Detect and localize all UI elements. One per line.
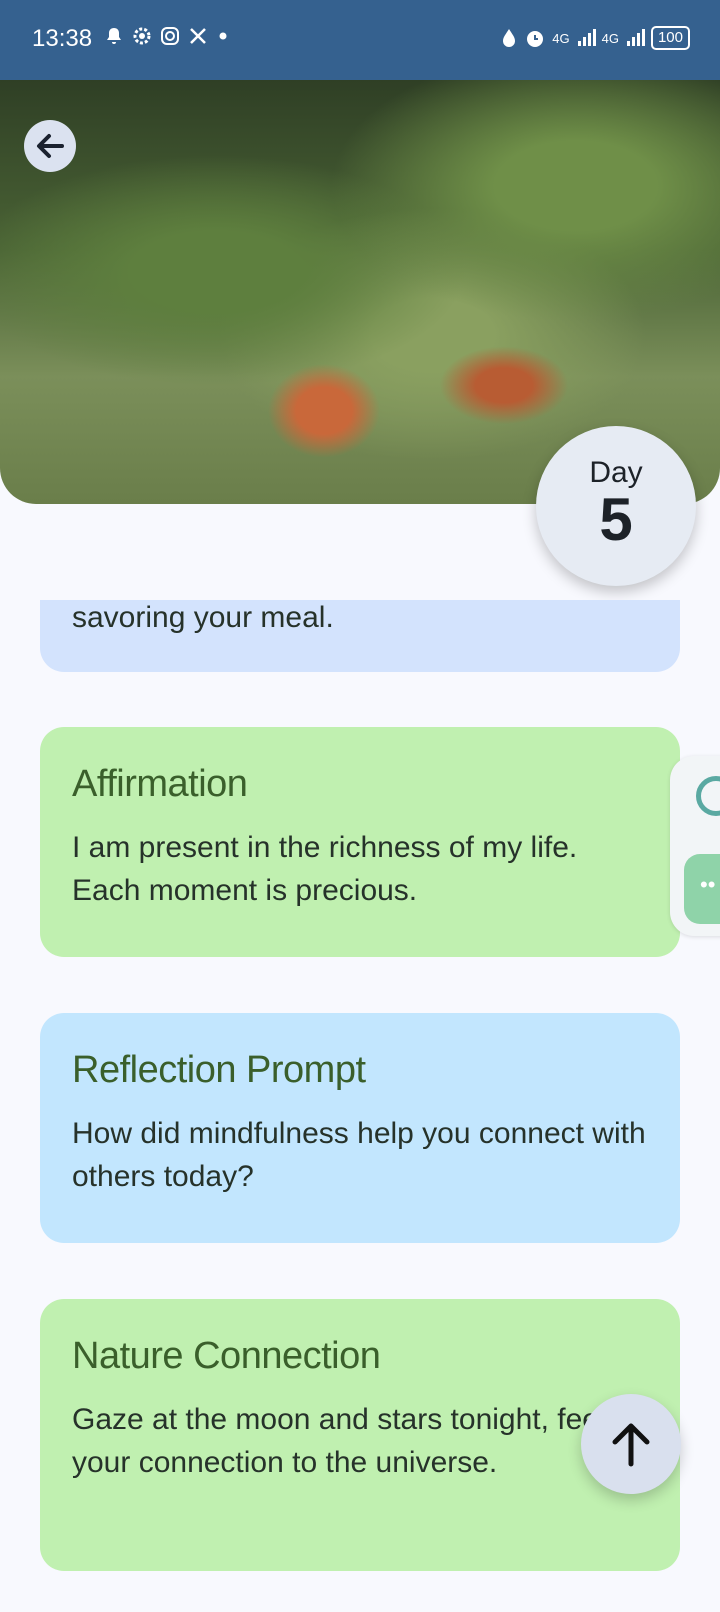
floating-side-panel[interactable] — [670, 756, 720, 936]
battery-icon: 100 — [650, 26, 690, 50]
reflection-card: Reflection Prompt How did mindfulness he… — [40, 1013, 680, 1243]
signal-icon — [626, 29, 645, 46]
system-icons: 4G 4G 100 — [500, 26, 690, 50]
status-bar: 13:38 4G 4G 100 — [0, 0, 720, 80]
dot-icon — [219, 32, 227, 40]
nature-title: Nature Connection — [72, 1335, 381, 1377]
day-number: 5 — [599, 486, 633, 553]
affirmation-card: Affirmation I am present in the richness… — [40, 727, 680, 957]
card-partial-text: savoring your meal. — [72, 601, 334, 634]
water-drop-icon — [503, 29, 516, 47]
alarm-bell-icon — [107, 28, 121, 44]
chat-icon[interactable] — [696, 776, 720, 816]
arrow-left-icon — [37, 134, 64, 158]
x-icon — [190, 28, 206, 44]
instagram-icon — [161, 27, 179, 45]
day-badge: Day 5 — [536, 426, 696, 586]
notification-icons — [104, 26, 230, 46]
alarm-clock-icon — [527, 31, 544, 47]
card-partial: savoring your meal. — [40, 600, 680, 672]
nature-text: Gaze at the moon and stars tonight, feel… — [72, 1403, 646, 1479]
back-button[interactable] — [24, 120, 76, 172]
network-type-2: 4G — [601, 30, 619, 46]
affirmation-text: I am present in the richness of my life.… — [72, 831, 578, 907]
day-label: Day — [589, 456, 643, 489]
more-icon[interactable] — [684, 854, 720, 924]
settings-gear-icon — [133, 27, 151, 45]
signal-icon — [577, 29, 596, 46]
reflection-text: How did mindfulness help you connect wit… — [72, 1117, 646, 1193]
reflection-title: Reflection Prompt — [72, 1049, 366, 1091]
network-type-1: 4G — [552, 30, 570, 46]
status-time: 13:38 — [32, 25, 93, 52]
scroll-to-top-button[interactable] — [581, 1394, 681, 1494]
affirmation-title: Affirmation — [72, 763, 248, 805]
arrow-up-icon — [612, 1423, 650, 1467]
